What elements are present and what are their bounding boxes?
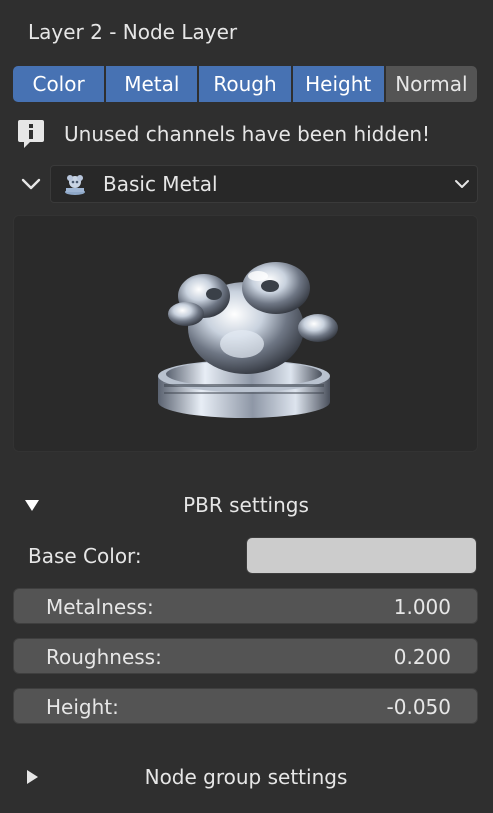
info-message: Unused channels have been hidden! [16, 118, 486, 150]
channel-tabs: Color Metal Rough Height Normal [13, 66, 478, 102]
height-field[interactable]: Height: -0.050 [13, 688, 478, 724]
metalness-value: 1.000 [393, 595, 451, 619]
tab-metal[interactable]: Metal [106, 66, 198, 102]
height-value: -0.050 [386, 695, 451, 719]
node-group-settings-header[interactable]: Node group settings [14, 757, 478, 797]
chevron-down-icon [447, 165, 477, 203]
height-label: Height: [46, 695, 119, 719]
material-row: Basic Metal [14, 165, 478, 203]
triangle-down-icon [14, 485, 50, 525]
pbr-settings-label: PBR settings [183, 493, 309, 517]
material-icon [63, 172, 87, 196]
material-preview-image [13, 215, 478, 452]
tab-color[interactable]: Color [13, 66, 105, 102]
material-name: Basic Metal [103, 172, 218, 196]
triangle-right-icon [14, 757, 50, 797]
node-group-settings-label: Node group settings [144, 765, 348, 789]
base-color-label: Base Color: [28, 544, 142, 568]
pbr-settings-header[interactable]: PBR settings [14, 485, 478, 525]
metalness-field[interactable]: Metalness: 1.000 [13, 588, 478, 624]
collapse-toggle-button[interactable] [14, 165, 48, 203]
roughness-value: 0.200 [393, 645, 451, 669]
roughness-label: Roughness: [46, 645, 162, 669]
base-color-row: Base Color: [28, 537, 478, 575]
material-selector[interactable]: Basic Metal [50, 165, 478, 203]
tab-height[interactable]: Height [292, 66, 384, 102]
tab-normal[interactable]: Normal [385, 66, 478, 102]
metalness-label: Metalness: [46, 595, 154, 619]
roughness-field[interactable]: Roughness: 0.200 [13, 638, 478, 674]
chevron-down-icon [21, 178, 41, 190]
panel-title: Layer 2 - Node Layer [28, 20, 238, 44]
tab-rough[interactable]: Rough [199, 66, 291, 102]
base-color-swatch[interactable] [246, 537, 477, 574]
info-text: Unused channels have been hidden! [64, 122, 431, 146]
info-icon [16, 118, 46, 150]
